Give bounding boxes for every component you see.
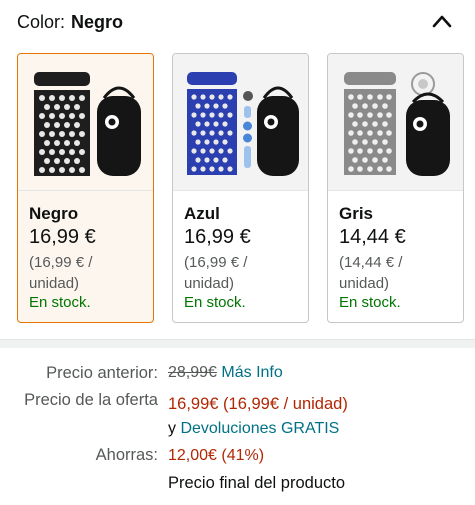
variant-unit-price: (16,99 € / unidad): [184, 254, 248, 292]
variant-stock-status: En stock.: [339, 294, 401, 311]
more-info-link[interactable]: Más Info: [221, 364, 282, 381]
variant-price: 14,44 €: [339, 226, 406, 248]
color-label: Color:: [17, 12, 66, 32]
returns-prefix: y: [168, 420, 176, 437]
savings-value: 12,00€ (41%): [168, 447, 265, 464]
acupressure-mat-image: [34, 72, 141, 176]
variant-name: Gris: [339, 204, 374, 223]
product-image-negro: [18, 54, 153, 191]
color-header: Color: Negro: [17, 12, 123, 33]
variant-card-azul[interactable]: Azul 16,99 € (16,99 € / unidad) En stock…: [172, 53, 309, 323]
variant-unit-price: (16,99 € / unidad): [29, 254, 93, 292]
final-price-note: Precio final del producto: [168, 474, 346, 492]
variant-stock-status: En stock.: [184, 294, 246, 311]
chevron-up-icon[interactable]: [431, 14, 453, 28]
offer-price-label: Precio de la oferta: [24, 391, 158, 409]
section-divider: [0, 339, 475, 348]
previous-price-value: 28,99€: [168, 364, 217, 381]
returns-row: y Devoluciones GRATIS: [168, 420, 339, 438]
variant-unit-price: (14,44 € / unidad): [339, 254, 403, 292]
variant-name: Azul: [184, 204, 220, 223]
variant-stock-status: En stock.: [29, 294, 91, 311]
variant-name: Negro: [29, 204, 79, 223]
acupressure-mat-image: [344, 72, 450, 176]
variant-price: 16,99 €: [184, 226, 251, 248]
variant-card-negro[interactable]: Negro 16,99 € (16,99 € / unidad) En stoc…: [17, 53, 154, 323]
free-returns-link[interactable]: Devoluciones GRATIS: [180, 420, 339, 437]
product-image-gris: [328, 54, 463, 191]
previous-price-label: Precio anterior:: [46, 364, 158, 382]
acupressure-mat-image: [187, 72, 299, 176]
product-image-azul: [173, 54, 308, 191]
variant-price: 16,99 €: [29, 226, 96, 248]
variant-card-gris[interactable]: Gris 14,44 € (14,44 € / unidad) En stock…: [327, 53, 464, 323]
offer-price-value: 16,99€ (16,99€ / unidad): [168, 395, 348, 413]
previous-price-row: 28,99€ Más Info: [168, 364, 283, 382]
color-selected-value: Negro: [71, 12, 124, 32]
savings-label: Ahorras:: [95, 446, 158, 464]
